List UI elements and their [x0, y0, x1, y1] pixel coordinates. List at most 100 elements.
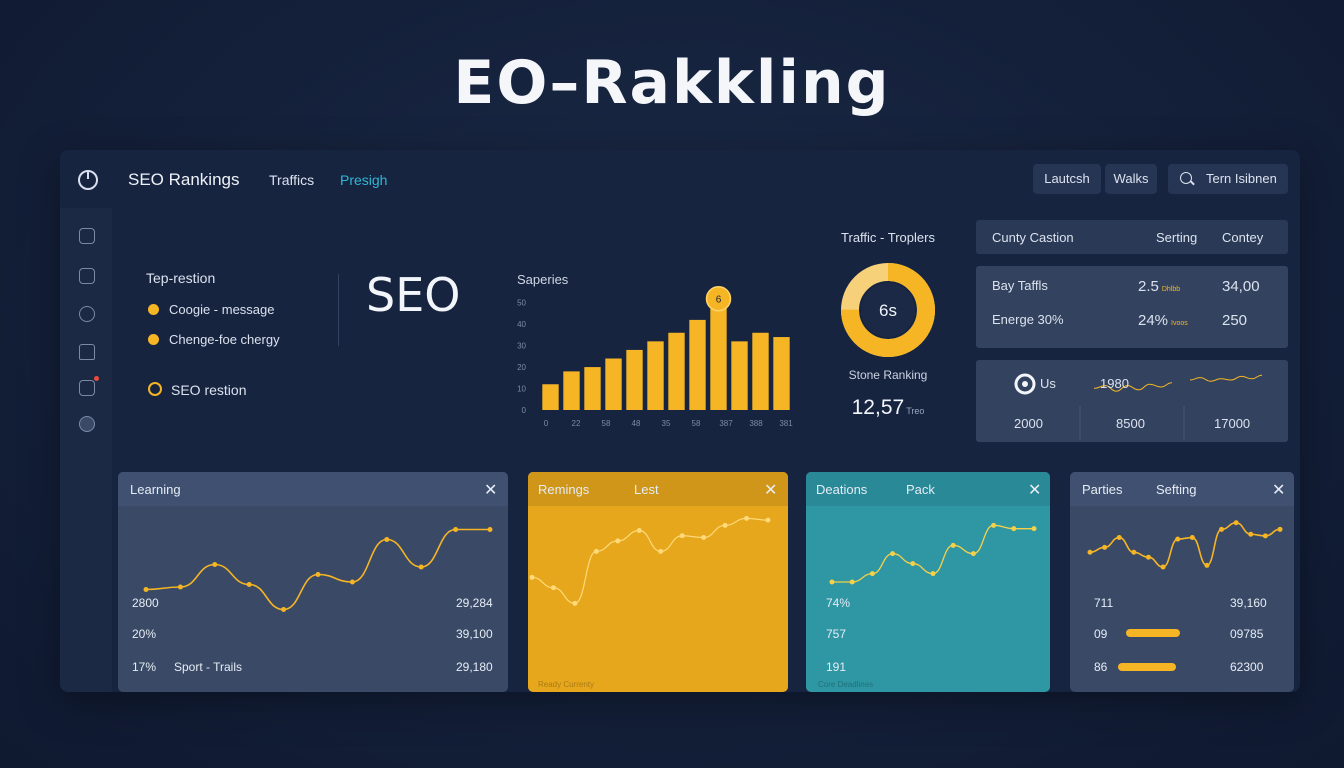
sidebar [60, 208, 112, 692]
y-tick-label: 30 [517, 342, 526, 351]
data-point [1277, 526, 1283, 532]
data-point [212, 562, 218, 567]
x-tick-label: 58 [692, 419, 701, 428]
seo-restion-link[interactable]: SEO restion [148, 382, 246, 398]
donut-title: Traffic - Troplers [841, 230, 935, 245]
data-point [1204, 562, 1210, 568]
card-title: Learning [130, 482, 181, 497]
lautcsh-button[interactable]: Lautcsh [1033, 164, 1101, 194]
legend-item: Coogie - message [148, 302, 275, 317]
data-point [177, 584, 183, 590]
tab-presigh[interactable]: Presigh [340, 172, 387, 188]
bar [773, 337, 790, 410]
legend-item: Chenge-foe chergy [148, 332, 280, 347]
card-value: 29,180 [456, 660, 493, 674]
donut-value-suffix: Treo [906, 406, 925, 416]
data-point [572, 600, 578, 606]
card-value: 39,100 [456, 627, 493, 641]
x-tick-label: 381 [779, 419, 793, 428]
legend-item-label: Chenge-foe chergy [169, 332, 280, 347]
data-point [869, 571, 875, 577]
spark-col: 2000 [1014, 416, 1043, 431]
app-name: SEO Rankings [128, 170, 240, 189]
y-tick-label: 10 [517, 385, 526, 394]
donut-value-number: 12,57 [851, 396, 905, 419]
data-point [950, 542, 956, 548]
top-bar: SEO Rankings Traffics Presigh Lautcsh Wa… [60, 150, 1300, 208]
bar [626, 349, 643, 410]
target-icon-center [1022, 381, 1028, 387]
data-point [529, 574, 535, 580]
card-footnote: Ready Currenty [538, 680, 595, 689]
bar [647, 341, 664, 410]
bar [563, 371, 580, 410]
bar [605, 358, 622, 410]
card-value: 20% [132, 627, 157, 641]
power-icon[interactable] [78, 170, 98, 190]
data-point [1189, 535, 1195, 541]
stats-header: Cunty Castion Serting Contey [976, 220, 1288, 254]
x-tick-label: 387 [719, 419, 733, 428]
data-point [1233, 520, 1239, 526]
chart-icon[interactable] [79, 268, 95, 284]
data-point [349, 579, 355, 585]
lock-icon[interactable] [79, 344, 95, 360]
tab-traffics[interactable]: Traffics [269, 172, 314, 188]
data-point [1131, 549, 1137, 555]
bar-chart-title: Saperies [517, 272, 569, 287]
learning-card: Learning ✕ 2800 29,284 20% 39,100 17% Sp… [118, 472, 508, 692]
divider [338, 274, 339, 346]
stats-header-cell[interactable]: Serting [1156, 230, 1197, 245]
data-point [453, 527, 459, 532]
card-row-label: Sport - Trails [174, 660, 243, 674]
row-value: 24% Ivoos [1138, 312, 1188, 329]
close-icon[interactable]: ✕ [764, 480, 777, 500]
card-value: 86 [1094, 660, 1108, 674]
y-tick-label: 0 [522, 406, 527, 415]
y-tick-label: 50 [517, 299, 526, 308]
info-icon[interactable] [79, 306, 95, 322]
data-point [1145, 554, 1151, 560]
data-point [829, 579, 835, 585]
stats-header-cell[interactable]: Contey [1222, 230, 1263, 245]
bar-chart: Saperies 0 10 20 30 40 50 6 0 22 58 48 35 58 387 388 38… [500, 262, 800, 432]
card-value: 191 [826, 660, 847, 674]
donut-chart: 6s [841, 263, 935, 357]
data-point [1219, 526, 1225, 532]
deations-card: Deations Pack ✕ 74% 757 191 Core Deadlin… [806, 472, 1050, 692]
data-point [744, 515, 750, 521]
legend-dot [148, 304, 159, 315]
card-value: 2800 [132, 596, 159, 610]
bar [689, 319, 706, 410]
card-value: 29,284 [456, 596, 493, 610]
megaphone-icon[interactable] [79, 380, 95, 396]
list-icon[interactable] [79, 228, 95, 244]
data-point [143, 587, 149, 592]
walks-button[interactable]: Walks [1105, 164, 1157, 194]
data-point [246, 582, 252, 587]
data-point [315, 572, 321, 577]
row-value-number: 2.5 [1138, 278, 1159, 295]
x-tick-label: 22 [572, 419, 581, 428]
bar [584, 367, 601, 410]
card-value: 62300 [1230, 660, 1264, 674]
spark-label: Us [1040, 376, 1056, 391]
row-value-number: 24% [1138, 312, 1169, 329]
chat-icon[interactable] [79, 416, 95, 432]
seo-headline: SEO [366, 268, 461, 322]
spark-value: 1980 [1100, 376, 1129, 391]
donut-value: 12,57 Treo [808, 396, 968, 420]
data-point [722, 522, 728, 528]
x-tick-label: 48 [632, 419, 641, 428]
data-point [418, 564, 424, 570]
x-tick-label: 58 [602, 419, 611, 428]
y-tick-label: 20 [517, 363, 526, 372]
close-icon[interactable]: ✕ [1272, 480, 1285, 500]
search-button[interactable]: Tern Isibnen [1168, 164, 1288, 194]
stats-table: Bay Taffls 2.5 Dhlbb 34,00 Energe 30% 24%… [976, 266, 1288, 348]
close-icon[interactable]: ✕ [1028, 480, 1041, 500]
close-icon[interactable]: ✕ [484, 480, 497, 500]
donut-widget: Traffic - Troplers 6s Stone Ranking 12,5… [808, 228, 968, 428]
data-point [1248, 531, 1254, 537]
card-title: Remings [538, 482, 590, 497]
